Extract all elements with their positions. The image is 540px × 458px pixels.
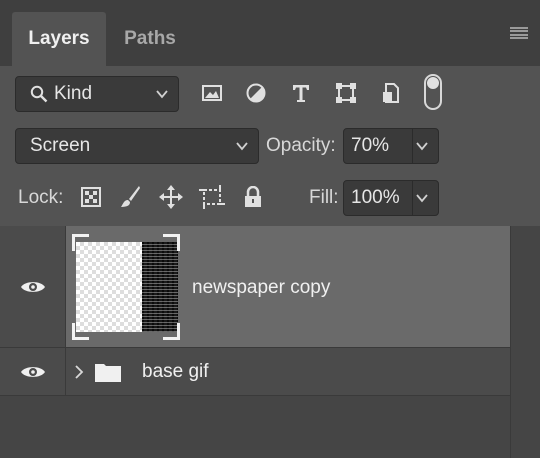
adjustment-filter-icon[interactable] (243, 80, 269, 106)
opacity-field[interactable]: 70% (343, 128, 439, 164)
tab-paths[interactable]: Paths (110, 12, 190, 66)
eye-icon (20, 281, 45, 292)
layers-panel: Layers Paths Kind Screen Opacity: 70% Lo… (0, 0, 540, 458)
blend-mode-value: Screen (30, 135, 91, 156)
visibility-toggle[interactable] (0, 348, 66, 395)
layer-row-base-gif[interactable]: base gif (0, 348, 510, 396)
hamburger-menu-icon[interactable] (510, 27, 528, 39)
chevron-right-icon[interactable] (74, 364, 84, 380)
chevron-down-icon (156, 90, 168, 99)
opacity-value: 70% (351, 135, 390, 156)
kind-filter-label: Kind (54, 83, 93, 104)
lock-position-icon[interactable] (158, 184, 184, 210)
visibility-toggle[interactable] (0, 226, 66, 347)
fill-label: Fill: (309, 187, 339, 208)
scrollbar-track[interactable] (510, 226, 540, 458)
layer-row-newspaper-copy[interactable]: newspaper copy (0, 226, 510, 348)
image-filter-icon[interactable] (199, 80, 225, 106)
chevron-down-icon (236, 142, 248, 151)
search-icon (30, 85, 48, 103)
layer-name[interactable]: newspaper copy (192, 277, 330, 299)
opacity-label: Opacity: (266, 135, 336, 156)
lock-image-pixels-icon[interactable] (117, 184, 143, 210)
layer-name[interactable]: base gif (142, 361, 209, 383)
lock-artboard-icon[interactable] (199, 184, 225, 210)
toggle-knob (427, 77, 439, 89)
folder-icon (95, 364, 121, 382)
shape-filter-icon[interactable] (333, 80, 359, 106)
chevron-down-icon (416, 194, 428, 203)
smart-object-filter-icon[interactable] (378, 80, 404, 106)
transparency-checkerboard (76, 242, 142, 332)
filter-toggle-switch[interactable] (424, 74, 442, 110)
type-filter-icon[interactable] (288, 80, 314, 106)
lock-all-icon[interactable] (240, 184, 266, 210)
fill-field[interactable]: 100% (343, 180, 439, 216)
layers-list: newspaper copy base gif (0, 226, 540, 458)
fill-value: 100% (351, 187, 400, 208)
lock-transparent-pixels-icon[interactable] (78, 184, 104, 210)
eye-icon (20, 366, 45, 377)
tab-layers[interactable]: Layers (12, 12, 106, 66)
newspaper-texture (142, 242, 178, 332)
layer-thumbnail[interactable] (72, 234, 180, 340)
chevron-down-icon (416, 142, 428, 151)
panel-tab-bar: Layers Paths (0, 0, 540, 66)
blend-mode-select[interactable]: Screen (15, 128, 259, 164)
kind-filter-select[interactable]: Kind (15, 76, 179, 112)
lock-label: Lock: (18, 187, 64, 208)
